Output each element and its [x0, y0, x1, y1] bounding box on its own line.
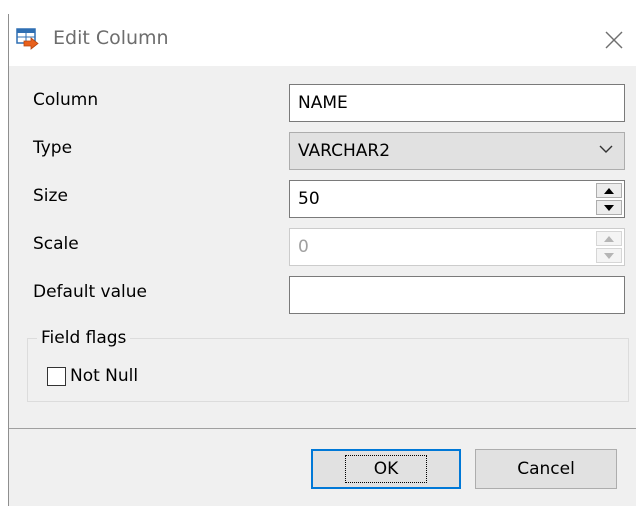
size-spin-down-button[interactable] [596, 200, 622, 215]
field-flags-legend: Field flags [37, 328, 131, 348]
chevron-down-icon [598, 141, 614, 157]
background-window-edge [185, 0, 415, 11]
close-button[interactable] [591, 14, 636, 66]
table-edit-icon [16, 28, 40, 50]
scale-spin-down-button [596, 248, 622, 263]
cancel-button-label: Cancel [517, 459, 575, 479]
size-spinner[interactable]: 50 [289, 180, 625, 218]
cancel-button[interactable]: Cancel [475, 449, 617, 489]
close-icon [605, 31, 623, 49]
scale-value: 0 [298, 237, 309, 257]
not-null-label: Not Null [70, 366, 139, 386]
size-spin-buttons [596, 183, 622, 215]
ok-button-label: OK [344, 455, 428, 483]
dialog-footer: OK Cancel [9, 429, 636, 506]
spin-up-icon [604, 235, 614, 242]
default-value-input[interactable] [289, 276, 625, 314]
column-input[interactable]: NAME [289, 84, 625, 122]
scale-spinner: 0 [289, 228, 625, 266]
type-label: Type [33, 138, 73, 158]
spin-down-icon [604, 252, 614, 259]
default-value-label: Default value [33, 282, 147, 302]
not-null-checkbox[interactable]: Not Null [47, 366, 138, 386]
scale-spin-up-button [596, 231, 622, 246]
column-label: Column [33, 90, 99, 110]
scale-label: Scale [33, 234, 79, 254]
size-spin-up-button[interactable] [596, 183, 622, 198]
type-select[interactable]: VARCHAR2 [289, 132, 625, 170]
spin-up-icon [604, 187, 614, 194]
type-select-value: VARCHAR2 [298, 141, 391, 161]
background-window [0, 0, 636, 12]
not-null-checkbox-box[interactable] [47, 366, 66, 386]
scale-spin-buttons [596, 231, 622, 263]
spin-down-icon [604, 204, 614, 211]
title-bar[interactable]: Edit Column [9, 14, 636, 66]
dialog-title: Edit Column [53, 27, 169, 49]
size-value: 50 [298, 189, 320, 209]
size-label: Size [33, 186, 68, 206]
edit-column-dialog: Edit Column Column NAME Type VARCHAR2 Si… [8, 14, 636, 506]
ok-button[interactable]: OK [311, 449, 461, 489]
